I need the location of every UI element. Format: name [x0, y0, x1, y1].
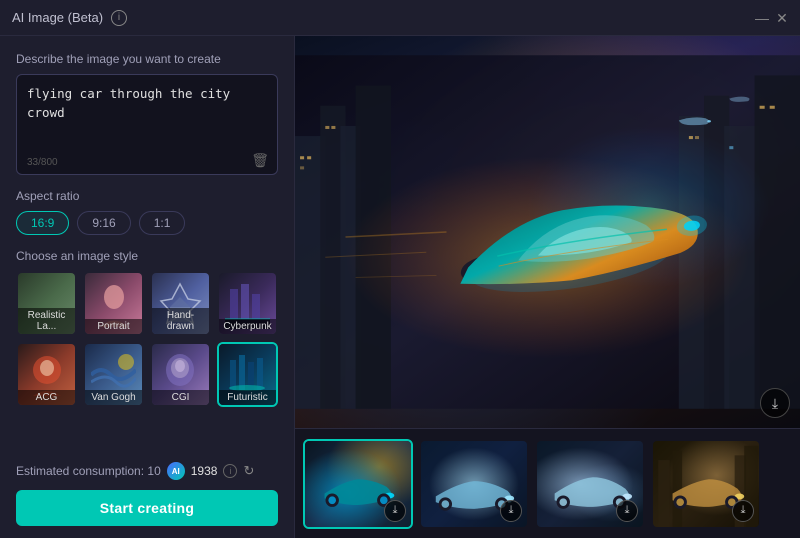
- download-main-button[interactable]: ⤓: [760, 388, 790, 418]
- prompt-label: Describe the image you want to create: [16, 52, 278, 66]
- thumbnail-3[interactable]: ⤓: [535, 439, 645, 529]
- thumbnail-3-download[interactable]: ⤓: [616, 500, 638, 522]
- aspect-1-1-button[interactable]: 1:1: [139, 211, 186, 235]
- title-bar-controls: — ✕: [756, 12, 788, 24]
- title-bar-left: AI Image (Beta) i: [12, 10, 756, 26]
- style-vangogh[interactable]: Van Gogh: [83, 342, 144, 407]
- style-grid: Realistic La... Portrait: [16, 271, 278, 407]
- style-handdrawn-label: Hand-drawn: [152, 308, 209, 334]
- thumbnail-2-download[interactable]: ⤓: [500, 500, 522, 522]
- clear-prompt-icon[interactable]: 🗑: [251, 152, 269, 169]
- thumbnail-1[interactable]: ⤓: [303, 439, 413, 529]
- prompt-counter: 33/800: [27, 157, 58, 168]
- image-style-label: Choose an image style: [16, 249, 278, 263]
- style-futuristic[interactable]: Futuristic: [217, 342, 278, 407]
- prompt-input[interactable]: flying car through the city crowd: [27, 85, 267, 145]
- style-cgi-label: CGI: [152, 390, 209, 405]
- image-style-section: Choose an image style Realistic La... Po…: [16, 249, 278, 407]
- aspect-9-16-button[interactable]: 9:16: [77, 211, 130, 235]
- main-layout: Describe the image you want to create fl…: [0, 36, 800, 538]
- app-title: AI Image (Beta): [12, 10, 103, 25]
- style-realistic[interactable]: Realistic La...: [16, 271, 77, 336]
- credits-info-icon[interactable]: i: [223, 464, 237, 478]
- style-cyberpunk-label: Cyberpunk: [219, 319, 276, 334]
- aspect-16-9-button[interactable]: 16:9: [16, 211, 69, 235]
- ai-badge: AI: [167, 462, 185, 480]
- thumbnail-4-download[interactable]: ⤓: [732, 500, 754, 522]
- aspect-ratio-buttons: 16:9 9:16 1:1: [16, 211, 278, 235]
- title-bar: AI Image (Beta) i — ✕: [0, 0, 800, 36]
- style-vangogh-label: Van Gogh: [85, 390, 142, 405]
- style-portrait[interactable]: Portrait: [83, 271, 144, 336]
- main-image-area: ⤓: [295, 36, 800, 428]
- consumption-row: Estimated consumption: 10 AI 1938 i ↻: [16, 462, 278, 480]
- bottom-bar: Estimated consumption: 10 AI 1938 i ↻ St…: [16, 462, 278, 526]
- style-acg[interactable]: ACG: [16, 342, 77, 407]
- credit-count: 1938: [191, 464, 218, 478]
- refresh-icon[interactable]: ↻: [243, 463, 254, 479]
- consumption-label: Estimated consumption: 10: [16, 464, 161, 478]
- style-portrait-label: Portrait: [85, 319, 142, 334]
- left-panel: Describe the image you want to create fl…: [0, 36, 295, 538]
- minimize-button[interactable]: —: [756, 12, 768, 24]
- style-cgi[interactable]: CGI: [150, 342, 211, 407]
- prompt-wrapper: flying car through the city crowd 33/800…: [16, 74, 278, 175]
- style-futuristic-label: Futuristic: [219, 390, 276, 405]
- style-cyberpunk[interactable]: Cyberpunk: [217, 271, 278, 336]
- aspect-ratio-section: Aspect ratio 16:9 9:16 1:1: [16, 189, 278, 235]
- thumbnails-strip: ⤓ ⤓: [295, 428, 800, 538]
- thumbnail-2[interactable]: ⤓: [419, 439, 529, 529]
- style-realistic-label: Realistic La...: [18, 308, 75, 334]
- style-acg-label: ACG: [18, 390, 75, 405]
- main-image-display: [295, 36, 800, 428]
- aspect-ratio-label: Aspect ratio: [16, 189, 278, 203]
- close-button[interactable]: ✕: [776, 12, 788, 24]
- start-creating-button[interactable]: Start creating: [16, 490, 278, 526]
- info-icon[interactable]: i: [111, 10, 127, 26]
- thumbnail-4[interactable]: ⤓: [651, 439, 761, 529]
- right-panel: ⤓ ⤓: [295, 36, 800, 538]
- prompt-section: Describe the image you want to create fl…: [16, 52, 278, 175]
- style-handdrawn[interactable]: Hand-drawn: [150, 271, 211, 336]
- thumbnail-1-download[interactable]: ⤓: [384, 500, 406, 522]
